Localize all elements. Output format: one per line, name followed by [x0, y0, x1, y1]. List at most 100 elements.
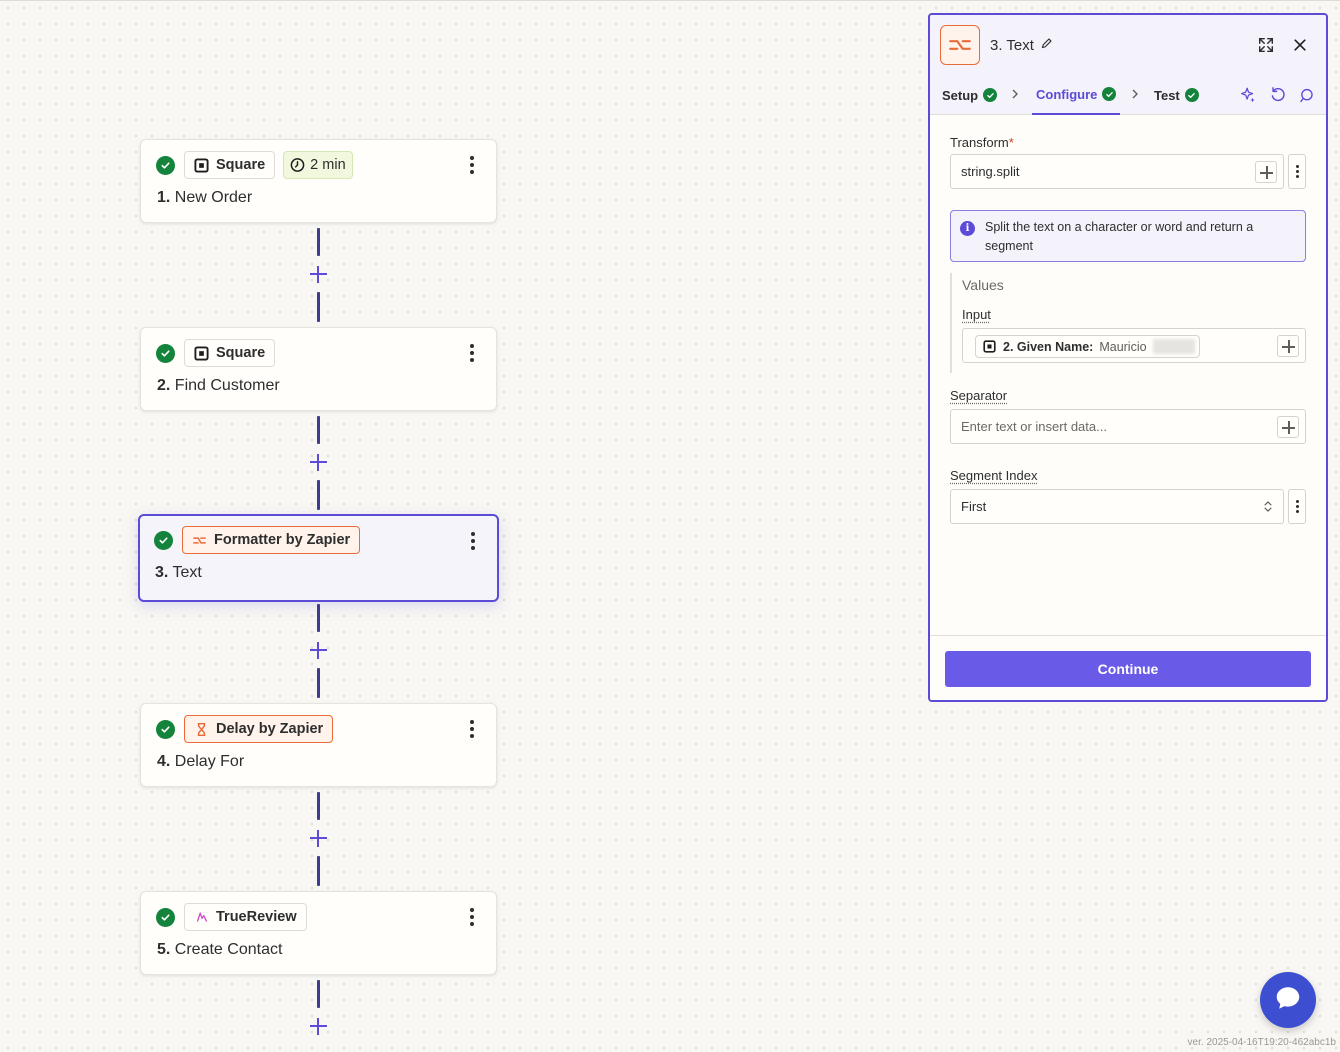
add-step-button[interactable]: [309, 1017, 328, 1036]
success-check-icon: [156, 155, 175, 175]
step-header: Square: [156, 339, 276, 367]
step-editor-panel: 3. Text Setup Configure Test Transform* …: [928, 13, 1328, 702]
success-check-icon: [983, 88, 998, 102]
field-options-button[interactable]: [1288, 154, 1306, 189]
app-chip: Square: [184, 151, 276, 179]
app-chip: TrueReview: [184, 903, 307, 931]
square-app-icon: [194, 157, 209, 173]
info-icon: i: [960, 221, 975, 236]
polling-interval-badge[interactable]: 2 min: [283, 151, 353, 179]
step-header: TrueReview: [156, 903, 307, 931]
formatter-icon: [940, 25, 980, 65]
step-header: Square 2 min: [156, 151, 353, 179]
expand-icon[interactable]: [1256, 35, 1276, 55]
chat-button[interactable]: [1260, 972, 1316, 1028]
panel-tabs: Setup Configure Test: [930, 75, 1326, 115]
app-name: Formatter by Zapier: [214, 532, 351, 548]
mapped-data-pill[interactable]: 2. Given Name: Mauricio: [975, 335, 1200, 358]
pill-value: Mauricio: [1099, 339, 1147, 354]
step-header: Delay by Zapier: [156, 715, 334, 743]
step-menu-button[interactable]: [462, 907, 482, 927]
connector-line: [317, 856, 320, 886]
add-step-button[interactable]: [309, 641, 328, 660]
close-icon[interactable]: [1290, 35, 1310, 55]
step-menu-button[interactable]: [463, 531, 483, 551]
tab-test[interactable]: Test: [1154, 75, 1199, 115]
input-field[interactable]: 2. Given Name: Mauricio: [962, 328, 1306, 363]
undo-icon[interactable]: [1268, 85, 1288, 105]
redacted-text: [1152, 339, 1195, 354]
segment-index-select[interactable]: First: [950, 489, 1284, 524]
step-menu-button[interactable]: [462, 343, 482, 363]
pill-label: 2. Given Name:: [1003, 339, 1094, 354]
success-check-icon: [156, 907, 175, 927]
chat-icon: [1273, 983, 1303, 1018]
add-step-button[interactable]: [309, 829, 328, 848]
square-app-icon: [194, 345, 209, 361]
tab-setup[interactable]: Setup: [942, 75, 998, 115]
panel-footer: Continue: [930, 635, 1326, 700]
app-name: Square: [216, 345, 266, 361]
canvas-top-border: [0, 0, 1340, 1]
hourglass-icon: [194, 722, 209, 737]
step-card-2[interactable]: Square 2. Find Customer: [140, 327, 497, 411]
step-menu-button[interactable]: [462, 155, 482, 175]
insert-data-button[interactable]: [1255, 161, 1277, 183]
chevron-right-icon: [1132, 89, 1138, 99]
transform-field[interactable]: string.split: [950, 154, 1284, 189]
clock-icon: [290, 158, 305, 173]
step-title: 3. Text: [155, 564, 202, 581]
app-chip: Square: [184, 339, 276, 367]
values-group-bar: [950, 273, 952, 373]
success-check-icon: [156, 719, 175, 739]
add-step-button[interactable]: [309, 265, 328, 284]
transform-label: Transform*: [950, 135, 1014, 150]
success-check-icon: [154, 530, 173, 550]
success-check-icon: [1102, 87, 1117, 101]
connector-line: [317, 792, 320, 820]
app-name: Delay by Zapier: [216, 721, 324, 737]
separator-field[interactable]: Enter text or insert data...: [950, 409, 1306, 444]
input-label: Input: [962, 307, 991, 322]
version-label: ver. 2025-04-16T19:20-462abc1b: [1187, 1037, 1336, 1048]
continue-button[interactable]: Continue: [945, 651, 1311, 687]
badge-label: 2 min: [310, 157, 346, 173]
truereview-icon: [194, 910, 209, 925]
step-title: 4. Delay For: [157, 753, 245, 770]
add-step-button[interactable]: [309, 453, 328, 472]
step-card-4[interactable]: Delay by Zapier 4. Delay For: [140, 703, 497, 787]
transform-value: string.split: [961, 164, 1020, 179]
step-menu-button[interactable]: [462, 719, 482, 739]
tab-configure[interactable]: Configure: [1032, 75, 1121, 115]
connector-line: [317, 416, 320, 444]
step-title: 1. New Order: [157, 189, 253, 206]
connector-line: [317, 480, 320, 510]
segment-index-value: First: [961, 499, 987, 514]
step-card-3[interactable]: Formatter by Zapier 3. Text: [138, 514, 499, 602]
app-chip: Formatter by Zapier: [182, 526, 361, 554]
step-header: Formatter by Zapier: [154, 526, 361, 554]
success-check-icon: [1184, 88, 1199, 102]
chevron-right-icon: [1012, 89, 1018, 99]
step-title: 2. Find Customer: [157, 377, 280, 394]
values-heading: Values: [962, 277, 1004, 293]
connector-line: [317, 228, 320, 256]
step-card-1[interactable]: Square 2 min 1. New Order: [140, 139, 497, 223]
segment-index-label: Segment Index: [950, 468, 1038, 483]
pencil-icon[interactable]: [1040, 37, 1053, 54]
ai-sparkle-icon[interactable]: [1238, 85, 1258, 105]
select-chevron-icon: [1263, 499, 1273, 517]
formatter-icon: [192, 533, 207, 548]
separator-placeholder: Enter text or insert data...: [961, 419, 1107, 434]
panel-header: 3. Text: [930, 15, 1326, 75]
connector-line: [317, 668, 320, 698]
comment-icon[interactable]: [1296, 85, 1316, 105]
step-card-5[interactable]: TrueReview 5. Create Contact: [140, 891, 497, 975]
panel-title[interactable]: 3. Text: [990, 37, 1053, 54]
field-options-button[interactable]: [1288, 489, 1306, 524]
insert-data-button[interactable]: [1277, 416, 1299, 438]
insert-data-button[interactable]: [1277, 335, 1299, 357]
info-text: Split the text on a character or word an…: [985, 220, 1254, 253]
separator-label: Separator: [950, 388, 1008, 403]
square-app-icon: [982, 339, 997, 354]
